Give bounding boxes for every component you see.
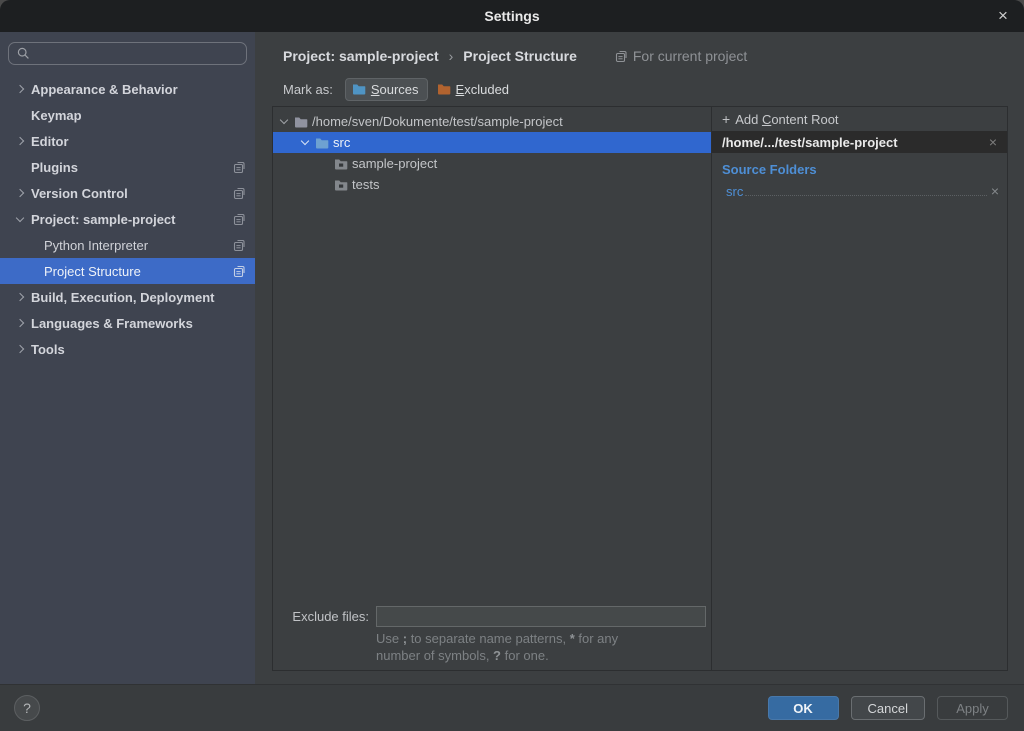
- chevron-right-icon: [16, 345, 24, 353]
- breadcrumb-page: Project Structure: [463, 48, 577, 64]
- sidebar-item-label: Editor: [31, 134, 69, 149]
- source-folders-heading: Source Folders: [722, 162, 1007, 177]
- source-folder-name: src: [726, 184, 743, 199]
- close-icon[interactable]: ×: [992, 5, 1014, 27]
- directory-tree: /home/sven/Dokumente/test/sample-project…: [273, 107, 711, 606]
- search-input[interactable]: [36, 46, 240, 61]
- window-title: Settings: [484, 8, 539, 24]
- remove-source-folder-icon[interactable]: ×: [991, 183, 999, 199]
- sidebar-item-version-control[interactable]: Version Control: [0, 180, 255, 206]
- excluded-folder-icon: [437, 83, 451, 95]
- tree-row-label: tests: [352, 177, 379, 192]
- sidebar-item-label: Build, Execution, Deployment: [31, 290, 214, 305]
- sidebar-item-languages-frameworks[interactable]: Languages & Frameworks: [0, 310, 255, 336]
- tree-row-src[interactable]: src: [273, 132, 711, 153]
- tree-row-label: /home/sven/Dokumente/test/sample-project: [312, 114, 563, 129]
- add-content-root-button[interactable]: + Add Content Root: [712, 107, 1007, 131]
- sidebar-item-label: Project: sample-project: [31, 212, 176, 227]
- mark-sources-button[interactable]: Sources: [345, 78, 428, 101]
- sidebar-item-build-execution-deployment[interactable]: Build, Execution, Deployment: [0, 284, 255, 310]
- context-note-label: For current project: [633, 48, 747, 64]
- sidebar-item-label: Appearance & Behavior: [31, 82, 178, 97]
- mark-as-toolbar: Mark as: Sources Excluded: [272, 72, 1008, 106]
- settings-window: Settings × Appearance & Behavior Keymap: [0, 0, 1024, 731]
- chevron-right-icon: [16, 189, 24, 197]
- exclude-files-hint: Use ; to separate name patterns, * for a…: [376, 630, 711, 664]
- chevron-right-icon: [16, 293, 24, 301]
- remove-content-root-icon[interactable]: ×: [987, 134, 999, 150]
- exclude-files-section: Exclude files: Use ; to separate name pa…: [273, 606, 711, 670]
- exclude-files-input[interactable]: [376, 606, 706, 627]
- source-folder-item-src[interactable]: src ×: [726, 182, 999, 199]
- source-folder-icon: [315, 137, 329, 149]
- mark-excluded-button[interactable]: Excluded: [430, 78, 518, 101]
- context-note: For current project: [615, 48, 747, 64]
- breadcrumb-project[interactable]: Project: sample-project: [283, 48, 439, 64]
- folder-icon: [334, 158, 348, 170]
- sidebar-item-label: Tools: [31, 342, 65, 357]
- folder-icon: [294, 116, 308, 128]
- sidebar-item-keymap[interactable]: Keymap: [0, 102, 255, 128]
- sidebar-item-label: Plugins: [31, 160, 78, 175]
- settings-nav: Appearance & Behavior Keymap Editor Plug…: [0, 76, 255, 684]
- sidebar-item-tools[interactable]: Tools: [0, 336, 255, 362]
- dialog-footer: ? OK Cancel Apply: [0, 684, 1024, 731]
- sidebar-item-label: Keymap: [31, 108, 82, 123]
- content-root-path: /home/.../test/sample-project: [722, 135, 987, 150]
- question-icon: ?: [23, 700, 31, 716]
- sidebar-item-project[interactable]: Project: sample-project: [0, 206, 255, 232]
- plus-icon: +: [722, 111, 730, 127]
- chevron-down-icon: [301, 137, 309, 145]
- sidebar-item-label: Python Interpreter: [44, 238, 148, 253]
- titlebar: Settings ×: [0, 0, 1024, 32]
- tree-row-label: src: [333, 135, 350, 150]
- breadcrumb: Project: sample-project › Project Struct…: [272, 32, 1008, 72]
- sidebar-item-appearance-behavior[interactable]: Appearance & Behavior: [0, 76, 255, 102]
- per-project-icon: [233, 161, 246, 174]
- apply-button[interactable]: Apply: [937, 696, 1008, 720]
- per-project-icon: [233, 187, 246, 200]
- tree-row-content-root[interactable]: /home/sven/Dokumente/test/sample-project: [273, 111, 711, 132]
- settings-sidebar: Appearance & Behavior Keymap Editor Plug…: [0, 32, 255, 684]
- sidebar-item-project-structure[interactable]: Project Structure: [0, 258, 255, 284]
- project-structure-panel: Project: sample-project › Project Struct…: [255, 32, 1024, 684]
- search-icon: [17, 47, 30, 60]
- content-root-pane: + Add Content Root /home/.../test/sample…: [712, 107, 1007, 670]
- sidebar-item-label: Project Structure: [44, 264, 141, 279]
- exclude-files-label: Exclude files:: [273, 609, 369, 624]
- chevron-right-icon: [16, 85, 24, 93]
- mark-as-label: Mark as:: [283, 82, 333, 97]
- tree-row-tests[interactable]: tests: [273, 174, 711, 195]
- sources-folder-icon: [352, 83, 366, 95]
- dotted-leader: [745, 195, 986, 196]
- help-button[interactable]: ?: [14, 695, 40, 721]
- per-project-icon: [233, 239, 246, 252]
- sidebar-item-label: Version Control: [31, 186, 128, 201]
- content-root-row[interactable]: /home/.../test/sample-project ×: [712, 131, 1007, 153]
- chevron-down-icon: [280, 116, 288, 124]
- sidebar-item-editor[interactable]: Editor: [0, 128, 255, 154]
- sidebar-item-label: Languages & Frameworks: [31, 316, 193, 331]
- cancel-button[interactable]: Cancel: [851, 696, 925, 720]
- ok-button[interactable]: OK: [768, 696, 839, 720]
- chevron-down-icon: [16, 213, 24, 221]
- breadcrumb-separator-icon: ›: [449, 48, 454, 64]
- per-project-icon: [233, 213, 246, 226]
- tree-row-label: sample-project: [352, 156, 437, 171]
- folder-icon: [334, 179, 348, 191]
- sidebar-item-python-interpreter[interactable]: Python Interpreter: [0, 232, 255, 258]
- tree-row-sample-project[interactable]: sample-project: [273, 153, 711, 174]
- per-project-icon: [615, 50, 628, 63]
- search-box[interactable]: [8, 42, 247, 65]
- chevron-right-icon: [16, 137, 24, 145]
- directory-tree-pane: /home/sven/Dokumente/test/sample-project…: [273, 107, 712, 670]
- content-roots-panel: /home/sven/Dokumente/test/sample-project…: [272, 106, 1008, 671]
- per-project-icon: [233, 265, 246, 278]
- sidebar-item-plugins[interactable]: Plugins: [0, 154, 255, 180]
- chevron-right-icon: [16, 319, 24, 327]
